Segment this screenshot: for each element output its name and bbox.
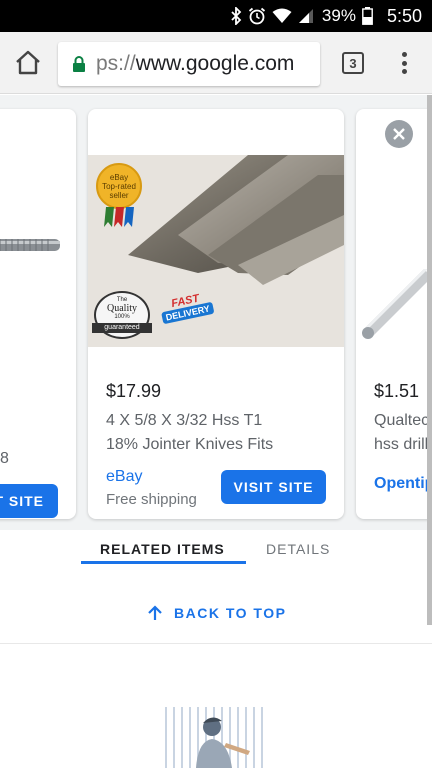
product-card-right[interactable]: $1.51 Qualtec hss drill Opentip [356,109,432,519]
status-bar: 39% 5:50 [0,0,432,32]
seller-link-right[interactable]: Opentip [374,475,432,493]
product-image: eBay Top-rated seller The Quality 100% g… [88,155,344,347]
close-icon [393,128,405,140]
product-image-drill [362,269,432,339]
menu-dot-icon [401,52,407,57]
tab-details[interactable]: DETAILS [266,541,330,557]
arrow-up-icon [148,605,162,620]
product-image-rod [0,239,60,251]
bluetooth-icon [231,7,242,25]
close-button[interactable] [385,120,413,148]
ribbon-icon [104,207,134,227]
browser-toolbar: ps://www.google.com 3 [0,32,432,94]
lock-icon [73,56,85,72]
visit-site-button[interactable]: VISIT SITE [221,470,326,504]
home-button[interactable] [13,48,43,78]
top-rated-seller-badge: eBay Top-rated seller [96,163,142,209]
product-price-right: $1.51 [374,381,420,401]
badge-ebay-text: eBay Top-rated seller [102,172,136,200]
home-icon [16,50,40,75]
wifi-icon [272,8,292,23]
product-desc-line2: 18% Jointer Knives Fits [106,436,274,453]
clock: 5:50 [386,5,422,26]
url-scheme: ps:// [96,52,136,75]
product-desc-line1: 4 X 5/8 X 3/32 Hss T1 [106,412,263,429]
footer-illustration [162,707,270,768]
url-host: www.google.com [135,52,295,75]
product-price: $17.99 [106,381,162,401]
signal-icon [298,9,313,23]
seller-link[interactable]: eBay [106,468,142,486]
badge-quality-pct: 100% [114,314,130,320]
product-card-left[interactable]: 8 T SITE [0,109,76,519]
tab-switcher-button[interactable]: 3 [342,52,364,74]
page-content: 8 T SITE eBay Top-rated sell [0,95,432,768]
badge-quality-bottom: guaranteed [92,323,152,333]
product-card-main[interactable]: eBay Top-rated seller The Quality 100% g… [88,109,344,519]
product-desc-right-line1: Qualtec [374,412,430,429]
badge-quality-main: Quality [107,303,137,314]
menu-dot-icon [401,69,407,74]
quality-guaranteed-badge: The Quality 100% guaranteed [92,291,152,339]
tab-related-items[interactable]: RELATED ITEMS [100,541,225,557]
product-desc-fragment: 8 [0,450,9,467]
address-bar[interactable]: ps://www.google.com [58,42,320,86]
person-illustration [165,707,263,768]
shipping-info: Free shipping [106,491,197,508]
alarm-icon [248,7,265,25]
active-tab-indicator [81,561,246,564]
back-to-top-label: BACK TO TOP [174,605,287,621]
product-desc-right-line2: hss drill [374,436,429,453]
visit-site-button-left[interactable]: T SITE [0,484,58,518]
divider [0,643,432,644]
battery-icon [362,7,373,25]
back-to-top-link[interactable]: BACK TO TOP [148,605,286,621]
more-menu-button[interactable] [394,50,414,76]
battery-percentage: 39% [321,6,356,25]
menu-dot-icon [401,60,407,66]
